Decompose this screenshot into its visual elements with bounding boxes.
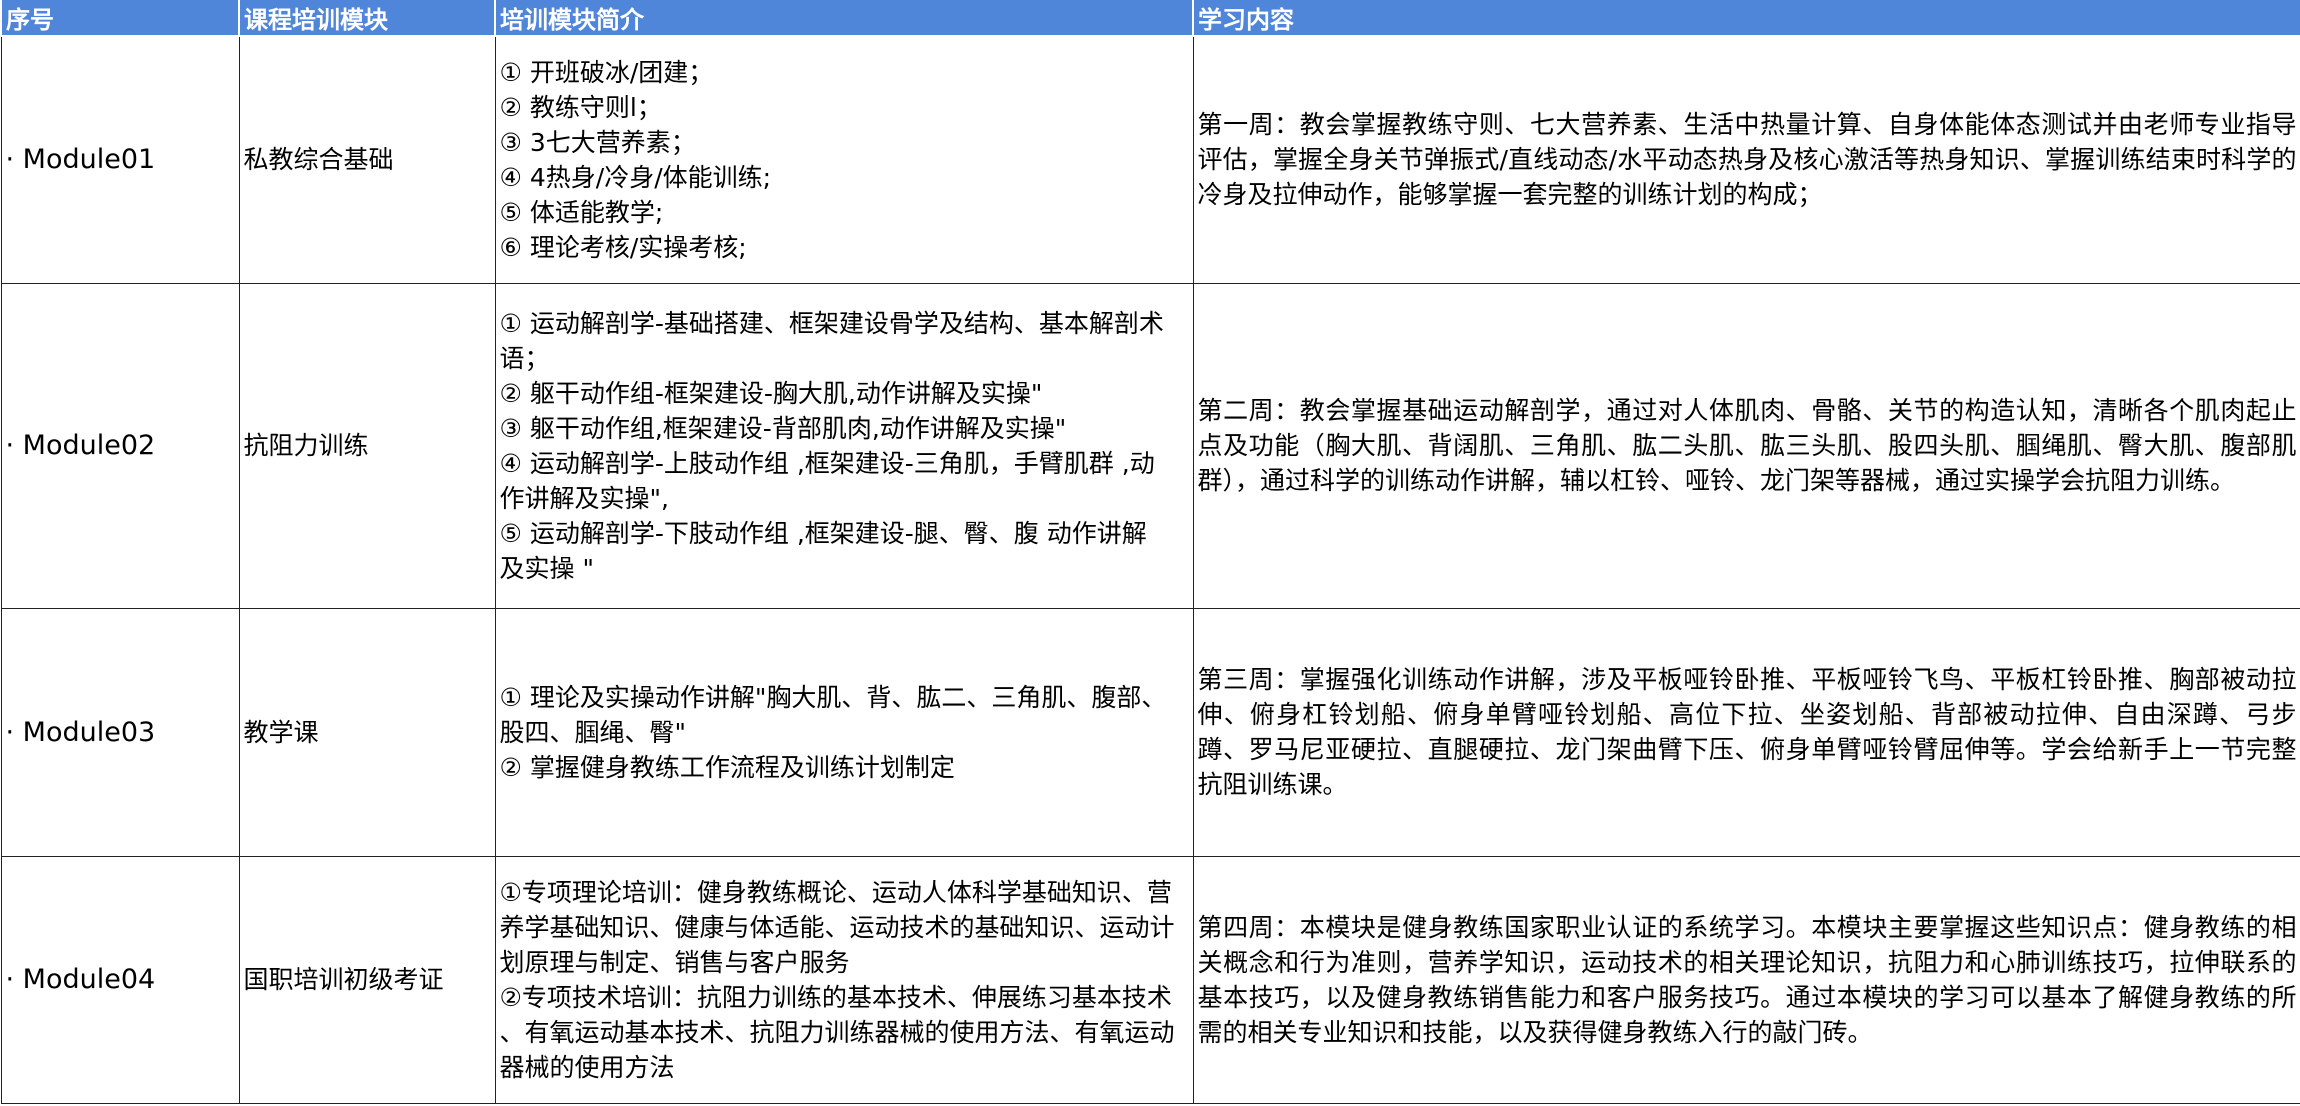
- brief-line: ⑤ 运动解剖学-下肢动作组 ,框架建设-腿、臀、腹 动作讲解: [499, 518, 1147, 548]
- brief-line: ④ 4热身/冷身/体能训练;: [499, 162, 772, 192]
- brief-line: ② 教练守则l；: [499, 92, 662, 122]
- module-content: 第一周：教会掌握教练守则、七大营养素、生活中热量计算、自身体能体态测试并由老师专…: [1192, 35, 2300, 284]
- module-number: · Module04: [0, 855, 240, 1104]
- brief-line: 养学基础知识、健康与体适能、运动技术的基础知识、运动计: [499, 912, 1175, 942]
- table-row: · Module01 私教综合基础 ① 开班破冰/团建； ② 教练守则l； ③ …: [0, 35, 2300, 284]
- module-brief: ① 理论及实操动作讲解"胸大肌、背、肱二、三角肌、腹部、 股四、腘绳、臀" ② …: [494, 607, 1194, 857]
- brief-line: 语；: [499, 343, 550, 373]
- course-table: 序号 课程培训模块 培训模块简介 学习内容 · Module01 私教综合基础 …: [0, 0, 2300, 1104]
- brief-line: 划原理与制定、销售与客户服务: [499, 947, 850, 977]
- module-brief: ① 开班破冰/团建； ② 教练守则l； ③ 3七大营养素； ④ 4热身/冷身/体…: [494, 35, 1194, 284]
- brief-line: ① 开班破冰/团建；: [499, 57, 714, 87]
- brief-line: 、有氧运动基本技术、抗阻力训练器械的使用方法、有氧运动: [499, 1017, 1175, 1047]
- brief-line: ② 掌握健身教练工作流程及训练计划制定: [499, 752, 955, 782]
- module-content: 第二周：教会掌握基础运动解剖学，通过对人体肌肉、骨骼、关节的构造认知，清晰各个肌…: [1192, 282, 2300, 609]
- brief-line: ③ 3七大营养素；: [499, 127, 696, 157]
- brief-line: ⑥ 理论考核/实操考核;: [499, 232, 747, 262]
- brief-line: 及实操 ": [499, 553, 594, 583]
- brief-line: 股四、腘绳、臀": [499, 717, 687, 747]
- module-name: 国职培训初级考证: [238, 855, 496, 1104]
- module-content: 第四周：本模块是健身教练国家职业认证的系统学习。本模块主要掌握这些知识点：健身教…: [1192, 855, 2300, 1104]
- brief-line: ④ 运动解剖学-上肢动作组 ,框架建设-三角肌，手臂肌群 ,动: [499, 448, 1155, 478]
- brief-line: ②专项技术培训：抗阻力训练的基本技术、伸展练习基本技术: [499, 982, 1172, 1012]
- table-row: · Module02 抗阻力训练 ① 运动解剖学-基础搭建、框架建设骨学及结构、…: [0, 282, 2300, 609]
- module-name: 抗阻力训练: [238, 282, 496, 609]
- brief-line: ③ 躯干动作组,框架建设-背部肌肉,动作讲解及实操": [499, 413, 1067, 443]
- brief-line: ② 躯干动作组-框架建设-胸大肌,动作讲解及实操": [499, 378, 1043, 408]
- module-number: · Module01: [0, 35, 240, 284]
- module-brief: ①专项理论培训：健身教练概论、运动人体科学基础知识、营 养学基础知识、健康与体适…: [494, 855, 1194, 1104]
- table-row: · Module03 教学课 ① 理论及实操动作讲解"胸大肌、背、肱二、三角肌、…: [0, 607, 2300, 857]
- header-content: 学习内容: [1192, 0, 2300, 37]
- module-content: 第三周：掌握强化训练动作讲解，涉及平板哑铃卧推、平板哑铃飞鸟、平板杠铃卧推、胸部…: [1192, 607, 2300, 857]
- header-no: 序号: [0, 0, 240, 37]
- table-row: · Module04 国职培训初级考证 ①专项理论培训：健身教练概论、运动人体科…: [0, 855, 2300, 1104]
- header-brief: 培训模块简介: [494, 0, 1194, 37]
- module-number: · Module03: [0, 607, 240, 857]
- module-brief: ① 运动解剖学-基础搭建、框架建设骨学及结构、基本解剖术 语； ② 躯干动作组-…: [494, 282, 1194, 609]
- brief-line: ⑤ 体适能教学;: [499, 197, 664, 227]
- brief-line: ① 运动解剖学-基础搭建、框架建设骨学及结构、基本解剖术: [499, 308, 1164, 338]
- module-name: 教学课: [238, 607, 496, 857]
- brief-line: 作讲解及实操",: [499, 483, 669, 513]
- brief-line: 器械的使用方法: [499, 1052, 675, 1082]
- header-row: 序号 课程培训模块 培训模块简介 学习内容: [0, 0, 2300, 37]
- header-module: 课程培训模块: [238, 0, 496, 37]
- brief-line: ①专项理论培训：健身教练概论、运动人体科学基础知识、营: [499, 877, 1172, 907]
- module-number: · Module02: [0, 282, 240, 609]
- module-name: 私教综合基础: [238, 35, 496, 284]
- brief-line: ① 理论及实操动作讲解"胸大肌、背、肱二、三角肌、腹部、: [499, 682, 1167, 712]
